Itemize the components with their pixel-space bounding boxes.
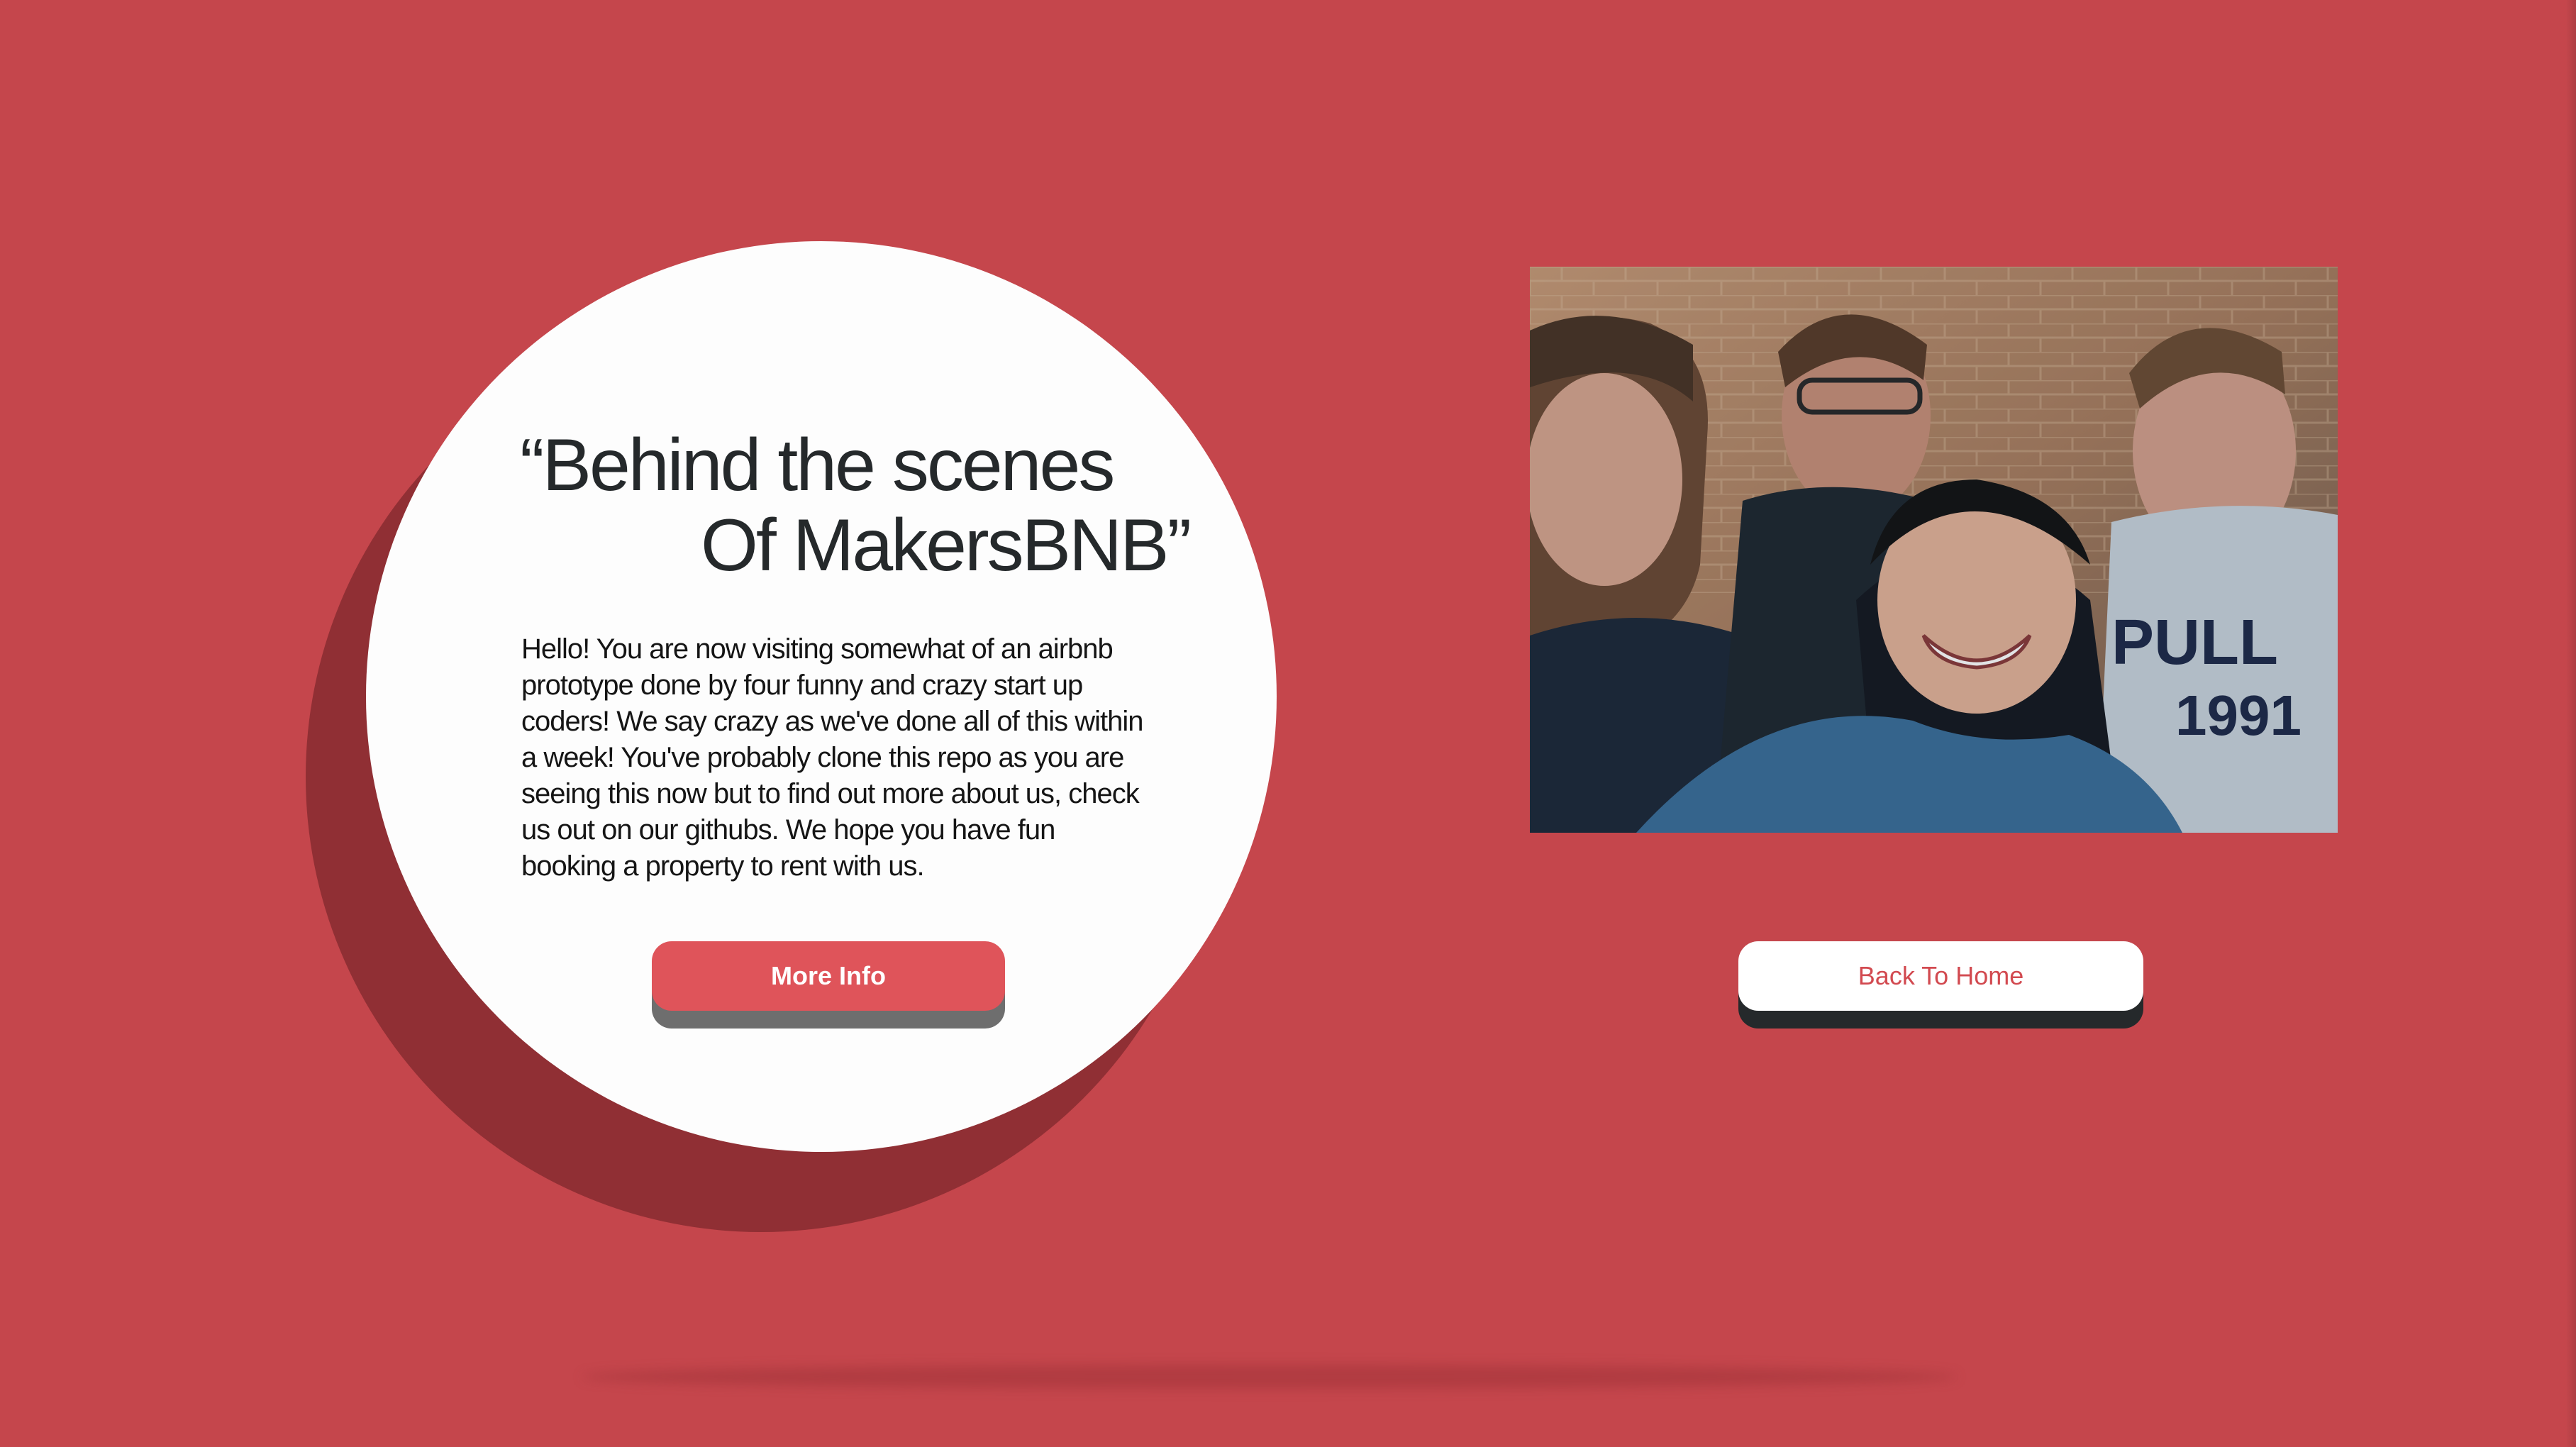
intro-paragraph: Hello! You are now visiting somewhat of … <box>521 633 1144 882</box>
page-title-line-2: Of MakersBNB” <box>701 504 1192 587</box>
about-page: “Behind the scenes Of MakersBNB” Hello! … <box>0 0 2576 1447</box>
team-photo-image: PULL 1991 <box>1530 267 2338 833</box>
page-title-line-1: “Behind the scenes <box>520 424 1115 506</box>
team-photo: PULL 1991 <box>1530 267 2338 833</box>
floor-shadow <box>582 1365 1958 1389</box>
more-info-button[interactable]: More Info <box>652 941 1005 1011</box>
page-title: “Behind the scenes Of MakersBNB” <box>520 426 1215 586</box>
back-to-home-button[interactable]: Back To Home <box>1738 941 2143 1011</box>
right-edge-shadow <box>2566 0 2576 1447</box>
